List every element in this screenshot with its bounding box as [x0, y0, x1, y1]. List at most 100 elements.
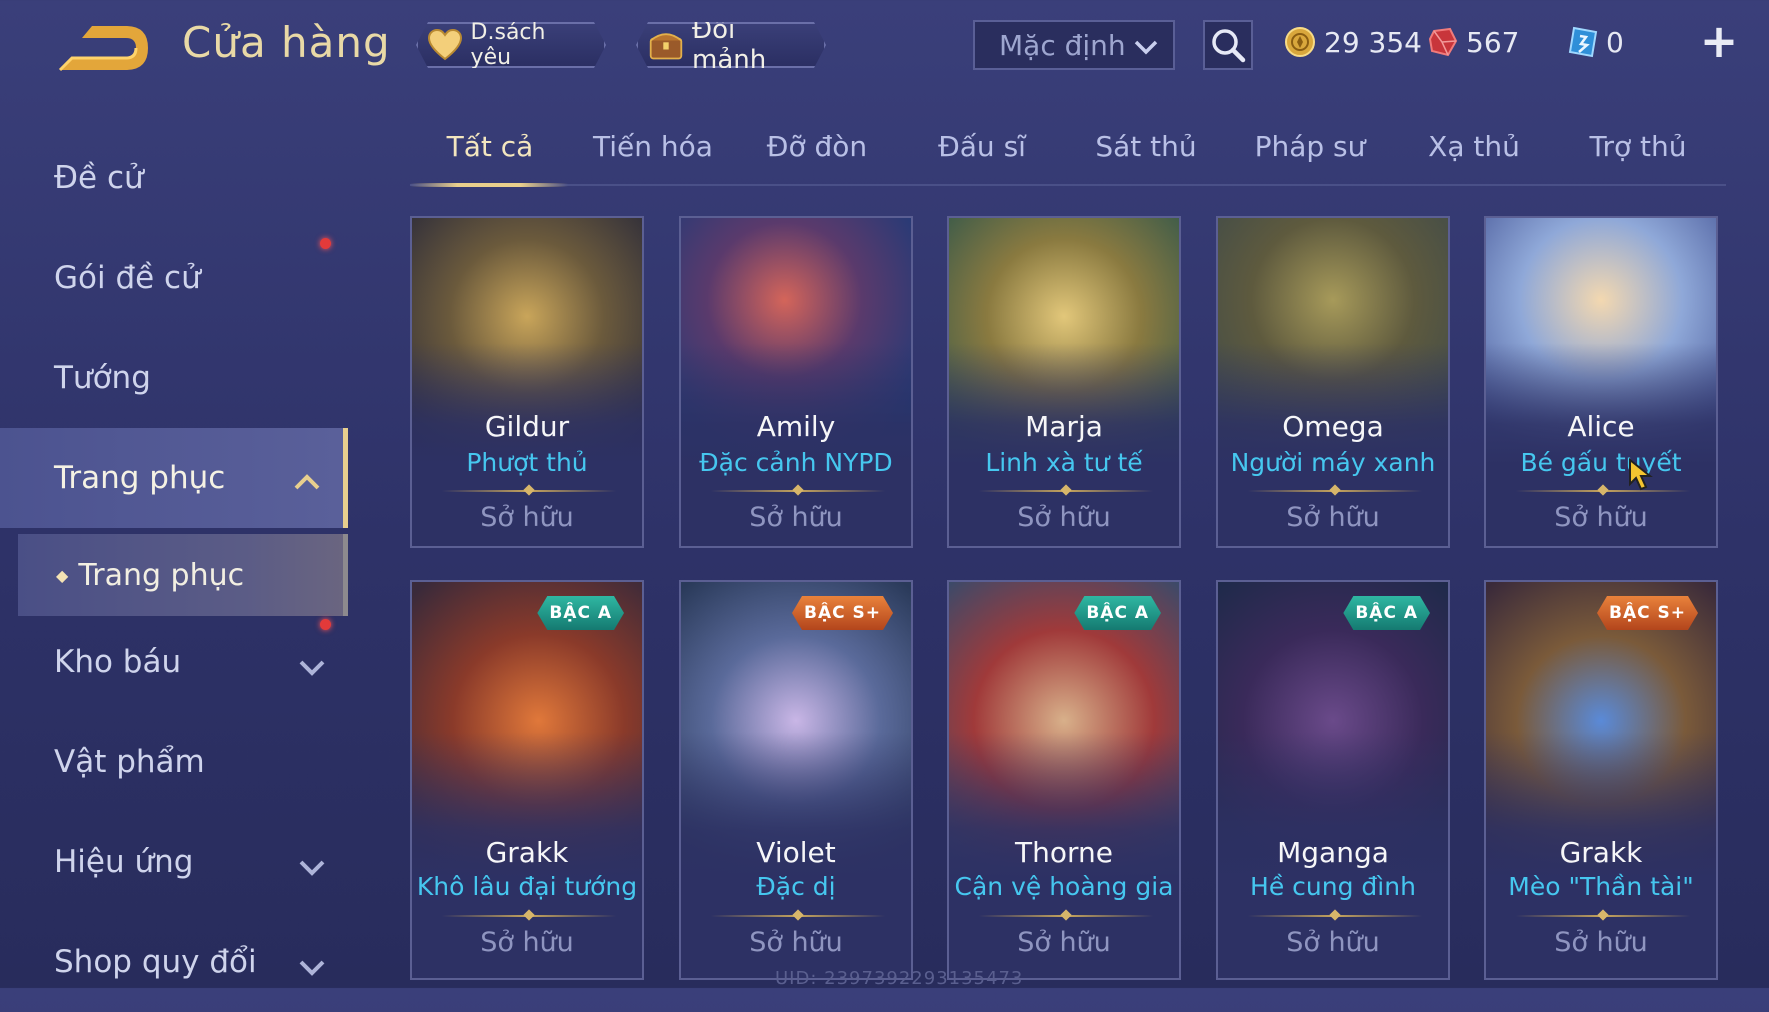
back-button[interactable] [52, 18, 152, 78]
hero-name: Mganga [1277, 836, 1389, 869]
voucher-icon [1568, 26, 1598, 58]
skin-card[interactable]: Marja Linh xà tư tế Sở hữu [947, 216, 1181, 548]
divider [1516, 490, 1690, 492]
chevron-down-icon [298, 950, 326, 986]
skin-name: Cận vệ hoàng gia [954, 872, 1174, 901]
skin-name: Phượt thủ [466, 448, 588, 477]
user-id-watermark: UID: 2397392293135473 [775, 968, 1024, 989]
tab-all[interactable]: Tất cả [410, 130, 570, 163]
skin-name: Đặc dị [756, 872, 836, 901]
owned-status: Sở hữu [1017, 927, 1111, 958]
sidebar-item-label: Tướng [54, 360, 151, 396]
sort-value: Mặc định [999, 28, 1126, 62]
skin-card[interactable]: BẬC S+ Grakk Mèo "Thần tài" Sở hữu [1484, 580, 1718, 980]
hero-name: Amily [756, 410, 836, 443]
tier-badge: BẬC S+ [792, 596, 893, 630]
hero-name: Grakk [485, 836, 569, 869]
chevron-down-icon [298, 850, 326, 886]
hero-name: Omega [1282, 410, 1384, 443]
divider [1248, 915, 1422, 917]
divider [442, 490, 616, 492]
sidebar-item-label: Shop quy đổi [54, 944, 257, 980]
tab-marksman[interactable]: Xạ thủ [1394, 130, 1554, 163]
gold-value: 29 354 [1324, 25, 1422, 59]
sidebar-item-label: Trang phục [54, 460, 226, 496]
top-bar: Cửa hàng D.sách yêu Đổi mảnh Mặc định 29… [0, 0, 1769, 100]
skin-card[interactable]: BẬC A Mganga Hề cung đình Sở hữu [1216, 580, 1450, 980]
notification-dot [320, 238, 331, 249]
skin-name: Mèo "Thần tài" [1508, 872, 1694, 901]
sidebar-item-skins[interactable]: Trang phục [0, 428, 348, 528]
sidebar-subitem-skins[interactable]: ◆ Trang phục [18, 534, 348, 616]
skin-card[interactable]: Gildur Phượt thủ Sở hữu [410, 216, 644, 548]
voucher-value: 0 [1606, 25, 1624, 59]
diamond-bullet-icon: ◆ [56, 565, 69, 585]
tab-support[interactable]: Trợ thủ [1558, 130, 1718, 163]
hero-name: Marja [1025, 410, 1103, 443]
exchange-fragments-button[interactable]: Đổi mảnh [636, 22, 826, 68]
owned-status: Sở hữu [749, 927, 843, 958]
sidebar-item-label: Hiệu ứng [54, 844, 194, 880]
skin-card[interactable]: BẬC A Thorne Cận vệ hoàng gia Sở hữu [947, 580, 1181, 980]
back-arrow-icon [58, 26, 148, 72]
tier-badge: BẬC A [537, 596, 624, 630]
sidebar-item-label: Gói đề cử [54, 260, 201, 296]
sidebar-item-heroes[interactable]: Tướng [0, 328, 348, 428]
owned-status: Sở hữu [1554, 502, 1648, 533]
owned-status: Sở hữu [1286, 927, 1380, 958]
divider [711, 915, 885, 917]
chevron-up-icon [293, 464, 321, 500]
tab-tank[interactable]: Đỡ đòn [737, 130, 897, 163]
chest-icon [648, 27, 684, 63]
search-button[interactable] [1203, 20, 1253, 70]
sidebar-item-recommended[interactable]: Đề cử [0, 128, 348, 228]
sidebar-subitem-label: Trang phục [78, 557, 245, 593]
favorites-label: D.sách yêu [470, 20, 546, 70]
ruby-icon [1428, 27, 1458, 57]
role-filter-tabs: Tất cả Tiến hóa Đỡ đòn Đấu sĩ Sát thủ Ph… [410, 118, 1726, 187]
tab-mage[interactable]: Pháp sư [1230, 130, 1390, 163]
ruby-balance: 567 [1428, 22, 1519, 62]
divider [979, 915, 1153, 917]
hero-name: Violet [756, 836, 836, 869]
tab-evolution[interactable]: Tiến hóa [573, 130, 733, 163]
sidebar-item-label: Kho báu [54, 644, 182, 680]
owned-status: Sở hữu [1286, 502, 1380, 533]
sidebar-item-treasure[interactable]: Kho báu [0, 612, 348, 712]
skin-name: Bé gấu tuyết [1520, 448, 1682, 477]
sidebar-item-exchange-shop[interactable]: Shop quy đổi [0, 912, 348, 1012]
tab-assassin[interactable]: Sát thủ [1066, 130, 1226, 163]
chevron-down-icon [298, 650, 326, 686]
skin-card[interactable]: BẬC S+ Violet Đặc dị Sở hữu [679, 580, 913, 980]
hero-name: Grakk [1559, 836, 1643, 869]
favorites-button[interactable]: D.sách yêu [416, 22, 606, 68]
sidebar-item-effects[interactable]: Hiệu ứng [0, 812, 348, 912]
divider [1248, 490, 1422, 492]
owned-status: Sở hữu [1017, 502, 1111, 533]
divider [1516, 915, 1690, 917]
tab-warrior[interactable]: Đấu sĩ [902, 130, 1062, 163]
owned-status: Sở hữu [480, 502, 574, 533]
search-icon [1212, 29, 1246, 63]
skin-name: Đặc cảnh NYPD [699, 448, 893, 477]
owned-status: Sở hữu [1554, 927, 1648, 958]
voucher-balance: 0 [1568, 22, 1624, 62]
skin-name: Hề cung đình [1250, 872, 1416, 901]
hero-name: Thorne [1015, 836, 1113, 869]
skin-card[interactable]: Alice Bé gấu tuyết Sở hữu [1484, 216, 1718, 548]
sidebar-item-items[interactable]: Vật phẩm [0, 712, 348, 812]
sort-dropdown[interactable]: Mặc định [973, 20, 1175, 70]
skin-card[interactable]: Amily Đặc cảnh NYPD Sở hữu [679, 216, 913, 548]
owned-status: Sở hữu [480, 927, 574, 958]
gold-coin-icon [1285, 27, 1315, 57]
skin-card[interactable]: Omega Người máy xanh Sở hữu [1216, 216, 1450, 548]
hero-name: Gildur [484, 410, 570, 443]
exchange-label: Đổi mảnh [692, 15, 767, 75]
sidebar: Đề cử Gói đề cử Tướng Trang phục ◆ Trang… [0, 120, 348, 988]
sidebar-item-recommended-bundles[interactable]: Gói đề cử [0, 228, 348, 328]
skin-card[interactable]: BẬC A Grakk Khô lâu đại tướng Sở hữu [410, 580, 644, 980]
skin-grid: Gildur Phượt thủ Sở hữu Amily Đặc cảnh N… [410, 216, 1726, 988]
add-currency-button[interactable]: + [1698, 18, 1740, 64]
divider [711, 490, 885, 492]
divider [442, 915, 616, 917]
